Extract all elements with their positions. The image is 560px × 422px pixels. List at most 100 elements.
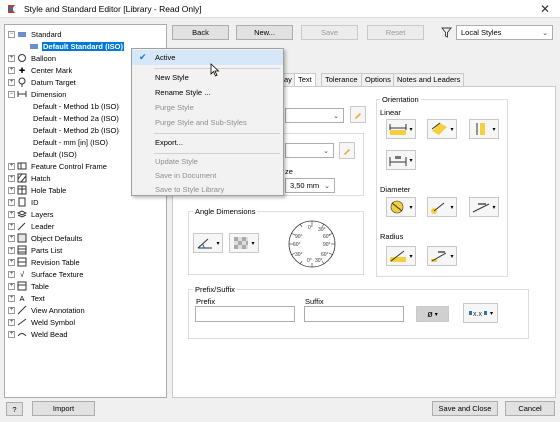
tree-item-balloon[interactable]: + Balloon bbox=[8, 52, 57, 64]
tree-item-dim-2b[interactable]: Default - Method 2b (ISO) bbox=[32, 124, 120, 136]
tree-item-revision-table[interactable]: + Revision Table bbox=[8, 256, 81, 268]
diameter-inside-button[interactable]: ▾ bbox=[386, 197, 416, 217]
menu-item-update-style[interactable]: Update Style bbox=[132, 154, 283, 169]
tab-tolerance[interactable]: Tolerance bbox=[321, 73, 362, 86]
object-defaults-icon bbox=[17, 233, 27, 243]
tree-item-default-standard[interactable]: Default Standard (ISO) bbox=[29, 40, 125, 52]
tree-item-surface-texture[interactable]: + √ Surface Texture bbox=[8, 268, 84, 280]
save-button[interactable]: Save bbox=[301, 25, 358, 40]
tree-item-hatch[interactable]: + Hatch bbox=[8, 172, 52, 184]
tree-item-center-mark[interactable]: + ✚ Center Mark bbox=[8, 64, 73, 76]
expand-icon[interactable]: + bbox=[8, 318, 15, 326]
expand-icon[interactable]: + bbox=[8, 234, 15, 242]
tree-item-weld-bead[interactable]: + Weld Bead bbox=[8, 328, 69, 340]
expand-icon[interactable]: + bbox=[8, 210, 15, 218]
tree-item-feature-control-frame[interactable]: + Feature Control Frame bbox=[8, 160, 108, 172]
tree-item-view-annotation[interactable]: + View Annotation bbox=[8, 304, 86, 316]
tree-item-text[interactable]: + A Text bbox=[8, 292, 46, 304]
tab-text[interactable]: Text bbox=[294, 73, 316, 87]
expand-icon[interactable]: + bbox=[8, 186, 15, 194]
collapse-icon[interactable]: − bbox=[8, 90, 15, 98]
expand-icon[interactable]: + bbox=[8, 282, 15, 290]
context-menu: ✔ Active New Style Rename Style ... Purg… bbox=[131, 48, 284, 196]
edit-secondary-style-button[interactable] bbox=[339, 142, 355, 159]
menu-item-purge-substyles[interactable]: Purge Style and Sub-Styles bbox=[132, 115, 283, 130]
text-height-select[interactable]: 3,50 mm ⌄ bbox=[285, 178, 335, 193]
tree-item-object-defaults[interactable]: + Object Defaults bbox=[8, 232, 83, 244]
edit-text-style-button[interactable] bbox=[350, 106, 366, 123]
linear-text-above-button[interactable]: ▾ bbox=[386, 150, 416, 170]
expand-icon[interactable]: + bbox=[8, 222, 15, 230]
menu-item-rename-style[interactable]: Rename Style ... bbox=[132, 85, 283, 100]
symbol-insert-button[interactable]: ø ▾ bbox=[416, 306, 449, 322]
tree-item-dim-2a[interactable]: Default - Method 2a (ISO) bbox=[32, 112, 120, 124]
tree-item-table[interactable]: + Table bbox=[8, 280, 50, 292]
menu-item-purge-style[interactable]: Purge Style bbox=[132, 100, 283, 115]
dropdown-arrow-icon: ▾ bbox=[251, 240, 255, 247]
linear-dimension-icon bbox=[389, 124, 407, 135]
weld-bead-icon bbox=[17, 329, 27, 339]
tree-item-dim-1b[interactable]: Default - Method 1b (ISO) bbox=[32, 100, 120, 112]
center-mark-icon: ✚ bbox=[18, 65, 26, 75]
diameter-leader-button[interactable]: ▾ bbox=[427, 197, 457, 217]
secondary-style-select[interactable]: ⌄ bbox=[285, 143, 334, 158]
tree-item-dimension[interactable]: − Dimension bbox=[8, 88, 67, 100]
linear-rotated-button[interactable]: ▾ bbox=[427, 119, 457, 139]
tree-item-parts-list[interactable]: + Parts List bbox=[8, 244, 63, 256]
tree-item-leader[interactable]: + Leader bbox=[8, 220, 55, 232]
expand-icon[interactable]: + bbox=[8, 306, 15, 314]
tree-item-standard[interactable]: − Standard bbox=[8, 28, 62, 40]
tab-options[interactable]: Options bbox=[361, 73, 395, 86]
tree-item-id[interactable]: + ID bbox=[8, 196, 40, 208]
collapse-icon[interactable]: − bbox=[8, 30, 15, 38]
tree-item-layers[interactable]: + Layers bbox=[8, 208, 55, 220]
tree-item-datum-target[interactable]: + Datum Target bbox=[8, 76, 77, 88]
diameter-text-above-button[interactable]: ▾ bbox=[469, 197, 499, 217]
expand-icon[interactable]: + bbox=[8, 246, 15, 254]
back-button[interactable]: Back bbox=[172, 25, 229, 40]
menu-item-save-to-library[interactable]: Save to Style Library bbox=[132, 182, 283, 197]
radius-label: Radius bbox=[380, 232, 404, 241]
expand-icon[interactable]: + bbox=[8, 258, 15, 266]
dropdown-arrow-icon: ▾ bbox=[450, 204, 454, 211]
menu-item-save-in-document[interactable]: Save in Document bbox=[132, 168, 283, 183]
suffix-input[interactable] bbox=[304, 306, 404, 322]
style-filter-select[interactable]: Local Styles ⌄ bbox=[456, 25, 553, 40]
tree-item-dim-mm-in[interactable]: Default - mm [in] (ISO) bbox=[32, 136, 109, 148]
prefix-input[interactable] bbox=[195, 306, 295, 322]
import-button[interactable]: Import bbox=[32, 401, 95, 416]
text-format-button[interactable]: x.x ▾ bbox=[463, 303, 498, 323]
filter-icon[interactable] bbox=[441, 27, 452, 38]
text-style-select[interactable]: ⌄ bbox=[285, 108, 344, 123]
standard-icon bbox=[17, 29, 27, 39]
linear-aligned-button[interactable]: ▾ bbox=[386, 119, 416, 139]
angle-text-horizontal-button[interactable]: ▾ bbox=[193, 233, 223, 253]
expand-icon[interactable]: + bbox=[8, 198, 15, 206]
help-button[interactable]: ? bbox=[6, 402, 23, 416]
reset-button[interactable]: Reset bbox=[367, 25, 424, 40]
angle-fill-button[interactable]: ▾ bbox=[229, 233, 259, 253]
save-and-close-button[interactable]: Save and Close bbox=[432, 401, 498, 416]
expand-icon[interactable]: + bbox=[8, 270, 15, 278]
expand-icon[interactable]: + bbox=[8, 54, 15, 62]
expand-icon[interactable]: + bbox=[8, 162, 15, 170]
radius-inside-button[interactable]: ▾ bbox=[386, 246, 416, 266]
expand-icon[interactable]: + bbox=[8, 294, 15, 302]
expand-icon[interactable]: + bbox=[8, 78, 15, 86]
tab-notes-leaders[interactable]: Notes and Leaders bbox=[393, 73, 465, 86]
radius-text-above-button[interactable]: ▾ bbox=[427, 246, 457, 266]
expand-icon[interactable]: + bbox=[8, 174, 15, 182]
new-button[interactable]: New... bbox=[236, 25, 293, 40]
close-icon[interactable]: ✕ bbox=[540, 2, 550, 16]
expand-icon[interactable]: + bbox=[8, 330, 15, 338]
menu-item-export[interactable]: Export... bbox=[132, 135, 283, 150]
cancel-button[interactable]: Cancel bbox=[505, 401, 555, 416]
tree-item-hole-table[interactable]: + Hole Table bbox=[8, 184, 67, 196]
menu-item-new-style[interactable]: New Style bbox=[132, 70, 283, 85]
expand-icon[interactable]: + bbox=[8, 66, 15, 74]
mouse-cursor-icon bbox=[210, 63, 220, 77]
tree-item-dim-default[interactable]: Default (ISO) bbox=[32, 148, 78, 160]
menu-item-active[interactable]: ✔ Active bbox=[132, 50, 283, 65]
linear-vertical-button[interactable]: ▾ bbox=[469, 119, 499, 139]
tree-item-weld-symbol[interactable]: + Weld Symbol bbox=[8, 316, 76, 328]
